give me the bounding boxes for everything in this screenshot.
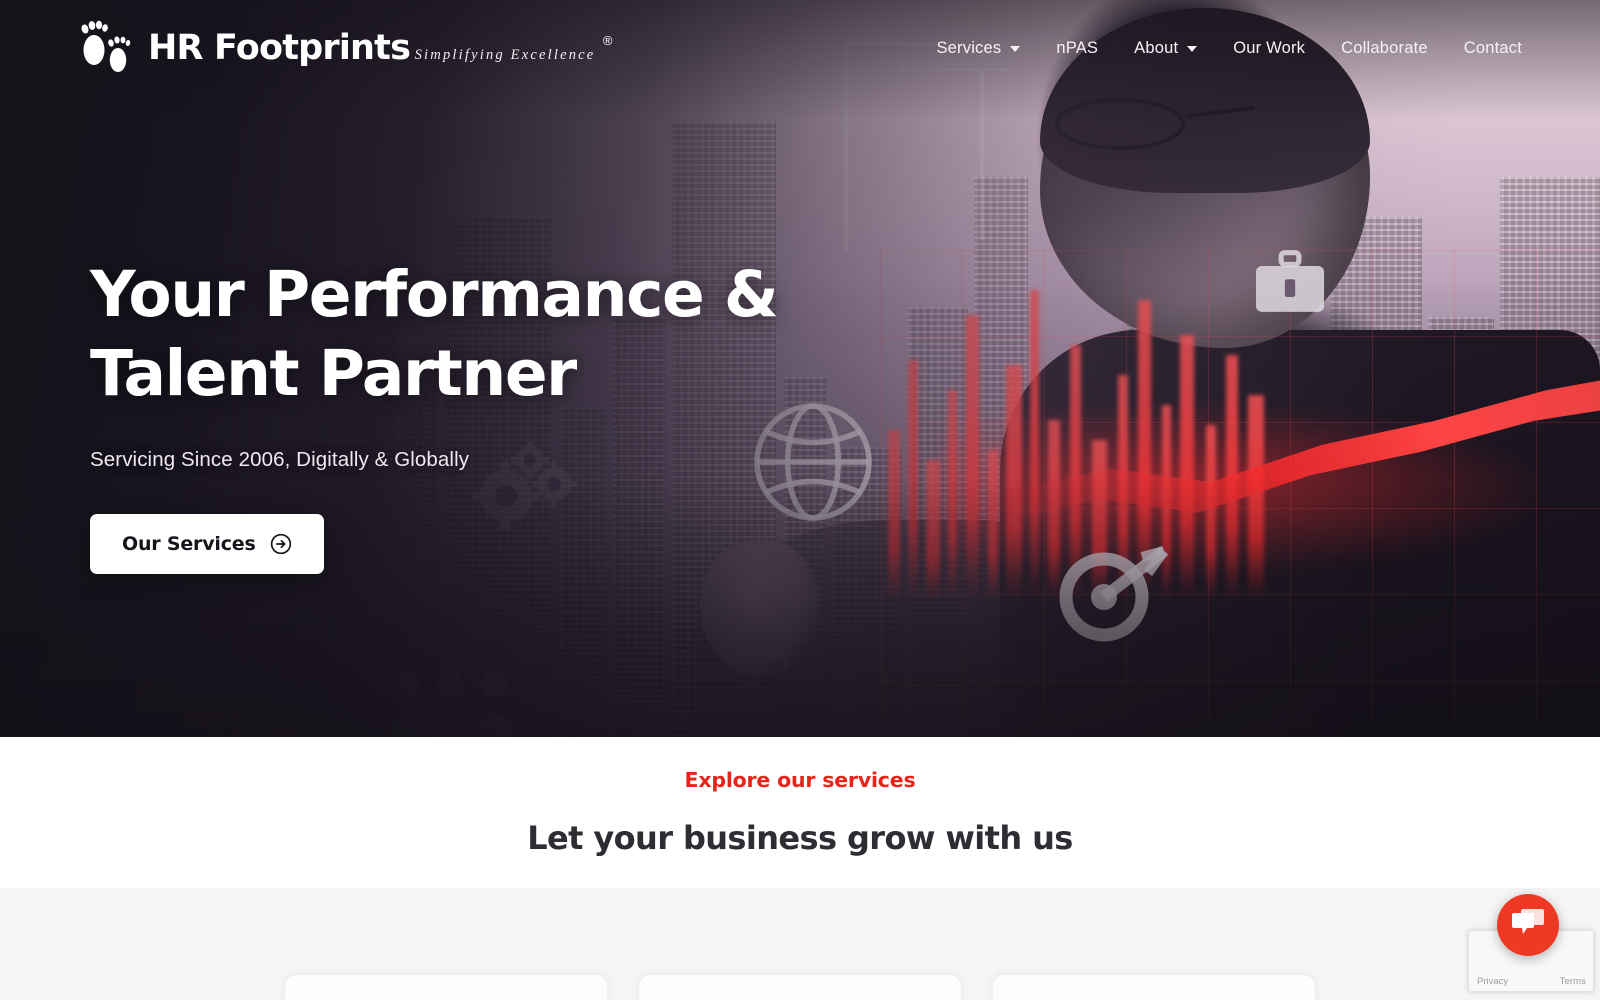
our-services-button-label: Our Services — [122, 532, 256, 555]
two-footprints-icon — [78, 16, 136, 80]
nav-label-services: Services — [936, 38, 1002, 57]
hero-subtitle: Servicing Since 2006, Digitally & Global… — [90, 447, 470, 471]
nav-item-about[interactable]: About — [1116, 29, 1215, 68]
hero-section: HR Footprints ® Simplifying Excellence S… — [0, 0, 1600, 737]
brand-tagline: Simplifying Excellence — [414, 46, 596, 63]
section-eyebrow: Explore our services — [684, 768, 916, 792]
site-header: HR Footprints ® Simplifying Excellence S… — [0, 0, 1600, 96]
nav-label-about: About — [1134, 38, 1179, 57]
chat-bubbles-icon — [1511, 908, 1545, 943]
services-cards-row — [0, 975, 1600, 1000]
our-services-button[interactable]: Our Services — [90, 513, 324, 574]
nav-label-our-work: Our Work — [1233, 38, 1306, 57]
chevron-down-icon — [1010, 46, 1021, 52]
nav-item-services[interactable]: Services — [918, 29, 1038, 68]
nav-label-collaborate: Collaborate — [1341, 38, 1428, 57]
brand-logo-text: HR Footprints ® Simplifying Excellence — [148, 27, 612, 68]
brand-logo[interactable]: HR Footprints ® Simplifying Excellence — [78, 16, 612, 80]
hero-content: Your Performance & Talent Partner Servic… — [90, 255, 779, 574]
registered-trademark-symbol: ® — [602, 32, 613, 48]
nav-item-contact[interactable]: Contact — [1446, 29, 1540, 68]
service-card-3[interactable] — [993, 975, 1315, 1000]
brand-name: HR Footprints — [148, 27, 411, 68]
arrow-right-circle-icon — [270, 533, 292, 555]
hero-headline-line-1: Your Performance & — [90, 258, 779, 331]
nav-item-npas[interactable]: nPAS — [1038, 29, 1116, 68]
hero-headline-line-2: Talent Partner — [90, 337, 577, 411]
chat-widget-button[interactable] — [1497, 894, 1559, 956]
service-card-2[interactable] — [639, 975, 961, 1000]
service-card-1[interactable] — [285, 975, 607, 1000]
section-title: Let your business grow with us — [527, 819, 1073, 857]
recaptcha-privacy-link[interactable]: Privacy — [1477, 976, 1508, 987]
chevron-down-icon — [1187, 46, 1198, 52]
nav-item-our-work[interactable]: Our Work — [1215, 29, 1323, 68]
nav-item-collaborate[interactable]: Collaborate — [1323, 29, 1446, 68]
services-intro-section: Explore our services Let your business g… — [0, 737, 1600, 888]
services-cards-section: Privacy Terms — [0, 888, 1600, 1000]
main-navigation: Services nPAS About Our Work Collaborate… — [918, 29, 1540, 68]
nav-label-npas: nPAS — [1056, 38, 1099, 57]
hero-headline: Your Performance & Talent Partner — [90, 255, 779, 414]
nav-label-contact: Contact — [1463, 38, 1522, 57]
recaptcha-terms-link[interactable]: Terms — [1560, 976, 1586, 987]
